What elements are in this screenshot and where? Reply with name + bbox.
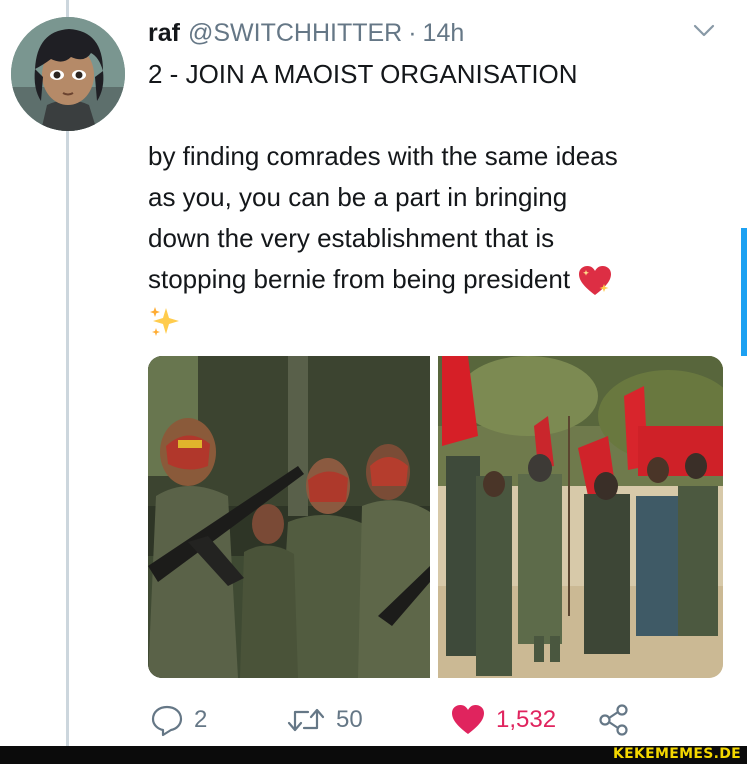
display-name[interactable]: raf (148, 14, 180, 52)
retweet-button[interactable]: 50 (286, 700, 363, 740)
tweet-text: 2 - JOIN A MAOIST ORGANISATION by findin… (148, 54, 733, 341)
retweet-icon (287, 708, 325, 732)
like-count: 1,532 (496, 706, 557, 733)
user-handle[interactable]: @SWITCHHITTER (188, 14, 402, 52)
tweet-line-5: stopping bernie from being president (148, 264, 571, 294)
chevron-down-icon[interactable] (693, 24, 715, 38)
watermark-text: KEKEMEMES.DE (612, 746, 741, 762)
tweet-header: raf @SWITCHHITTER · 14h (148, 14, 464, 52)
reply-icon (151, 705, 183, 737)
photo-march-red-flags (438, 356, 723, 678)
avatar-image (11, 17, 125, 131)
tweet-line-5-wrap: stopping bernie from being president (148, 259, 733, 300)
sparkles-icon (150, 307, 179, 337)
tweet-line-2: by finding comrades with the same ideas (148, 141, 618, 171)
tweet-actions: 2 50 1,532 (150, 700, 670, 740)
share-button[interactable] (598, 700, 630, 740)
tweet-line-1: 2 - JOIN A MAOIST ORGANISATION (148, 59, 578, 89)
sparkling-heart-icon (579, 266, 612, 296)
media-image-left[interactable] (148, 356, 430, 678)
like-button[interactable]: 1,532 (450, 700, 556, 740)
timestamp[interactable]: 14h (423, 14, 465, 52)
separator-dot: · (408, 19, 417, 47)
photo-armed-fighters (148, 356, 430, 678)
avatar[interactable] (11, 17, 125, 131)
reply-button[interactable]: 2 (150, 700, 207, 740)
reply-count: 2 (194, 706, 208, 733)
tweet-emoji-line (148, 300, 733, 341)
tweet-line-4: down the very establishment that is (148, 223, 555, 253)
heart-icon (452, 705, 484, 734)
share-icon (599, 704, 628, 736)
scroll-edge-highlight (741, 228, 747, 356)
retweet-count: 50 (336, 706, 363, 733)
media-image-right[interactable] (438, 356, 723, 678)
tweet-line-3: as you, you can be a part in bringing (148, 182, 568, 212)
